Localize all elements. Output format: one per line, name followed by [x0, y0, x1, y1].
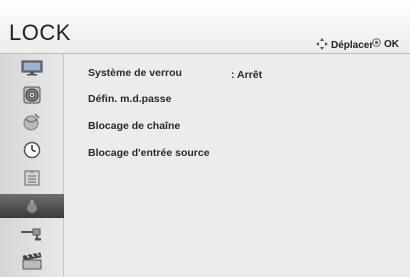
- category-sidebar: [0, 54, 64, 277]
- ok-hint-label: OK: [384, 38, 399, 50]
- dpad-icon: [316, 38, 328, 53]
- sidebar-item-lock[interactable]: [0, 194, 64, 218]
- lock-system-value: : Arrêt: [231, 69, 263, 81]
- sidebar-item-channel[interactable]: [0, 110, 64, 134]
- menu-item-set-password[interactable]: Défin. m.d.passe: [88, 93, 171, 105]
- time-icon: [23, 141, 41, 159]
- move-hint: Déplacer: [316, 38, 373, 53]
- sidebar-item-input[interactable]: [0, 222, 64, 246]
- ok-button-icon: [372, 38, 381, 50]
- lock-icon: [24, 198, 40, 214]
- lock-menu-screen: LOCK Déplacer OK Système de verrou: Arr…: [0, 0, 410, 277]
- sidebar-item-option[interactable]: [0, 166, 64, 190]
- picture-icon: [21, 60, 43, 76]
- sidebar-item-media[interactable]: [0, 249, 64, 273]
- media-icon: [21, 251, 43, 271]
- menu-item-input-block[interactable]: Blocage d'entrée source: [88, 147, 210, 159]
- ok-hint: OK: [372, 38, 399, 50]
- audio-icon: [23, 86, 41, 104]
- move-hint-label: Déplacer: [331, 40, 374, 51]
- sidebar-item-audio[interactable]: [0, 83, 64, 107]
- menu-item-block-channel[interactable]: Blocage de chaîne: [88, 120, 180, 132]
- sidebar-item-picture[interactable]: [0, 56, 64, 80]
- menu-item-lock-system[interactable]: Système de verrou: [88, 67, 182, 79]
- option-icon: [23, 169, 41, 187]
- menu-header: LOCK Déplacer OK: [0, 0, 410, 54]
- lock-settings-list: Système de verrou : Arrêt Défin. m.d.pas…: [64, 54, 410, 277]
- sidebar-item-time[interactable]: [0, 138, 64, 162]
- page-title: LOCK: [9, 20, 71, 45]
- channel-setup-icon: [22, 112, 42, 132]
- input-icon: [19, 227, 45, 241]
